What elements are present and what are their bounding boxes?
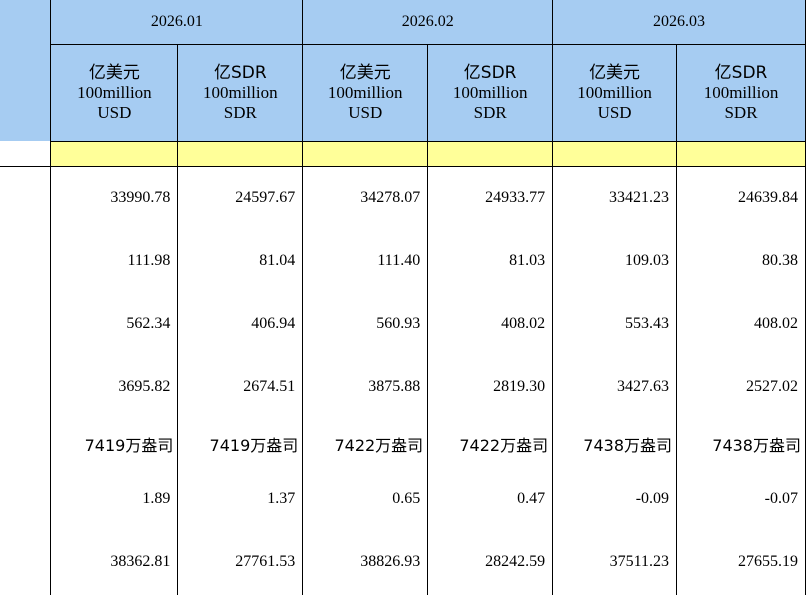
reserves-table-view: 2026.01 2026.02 2026.03 亿美元 100million USD… [0,0,806,605]
row-label-cell [0,355,52,418]
data-cell: 3427.63 [552,355,678,418]
unit-header-usd: 亿美元 100million USD [50,44,179,141]
unit-header-sdr: 亿SDR 100million SDR [177,44,304,141]
data-cell: 562.34 [50,292,179,355]
data-cell: 24597.67 [177,166,304,229]
data-cell: 408.02 [676,292,806,355]
data-cell: 406.94 [177,292,304,355]
data-cell: 560.93 [302,292,429,355]
unit-header-sdr: 亿SDR 100million SDR [427,44,554,141]
data-cell: 24933.77 [427,166,554,229]
reserves-table: 2026.01 2026.02 2026.03 亿美元 100million USD… [0,0,806,595]
table-row: 111.98 81.04 111.40 81.03 109.03 80.38 [0,229,806,292]
data-cell: -0.09 [552,470,678,528]
highlight-band-row [0,140,806,167]
data-cell: 2819.30 [427,355,554,418]
band-cell [427,140,554,167]
data-cell: 111.98 [50,229,179,292]
unit-header-sdr: 亿SDR 100million SDR [676,44,806,141]
period-header-2026-03: 2026.03 [552,0,806,45]
unit-header-row: 亿美元 100million USD 亿SDR 100million SDR 亿美元 10… [0,44,806,141]
row-label-cell [0,166,52,229]
table-row: 7419万盎司 7419万盎司 7422万盎司 7422万盎司 7438万盎司 … [0,418,806,470]
data-cell: -0.07 [676,470,806,528]
data-cell: 1.37 [177,470,304,528]
band-cell [676,140,806,167]
unit-header-usd: 亿美元 100million USD [552,44,678,141]
data-cell: 38826.93 [302,528,429,595]
data-cell: 7438万盎司 [676,418,806,470]
data-cell: 33990.78 [50,166,179,229]
data-cell: 3695.82 [50,355,179,418]
data-cell: 7422万盎司 [427,418,554,470]
unit-header-usd: 亿美元 100million USD [302,44,429,141]
band-cell [552,140,678,167]
period-header-2026-02: 2026.02 [302,0,554,45]
table-row: 33990.78 24597.67 34278.07 24933.77 3342… [0,166,806,229]
data-cell: 28242.59 [427,528,554,595]
period-header-2026-01: 2026.01 [50,0,304,45]
band-cell [50,140,179,167]
row-label-cell [0,229,52,292]
data-cell: 553.43 [552,292,678,355]
data-cell: 7422万盎司 [302,418,429,470]
data-cell: 7419万盎司 [177,418,304,470]
period-header-row: 2026.01 2026.02 2026.03 [0,0,806,141]
data-cell: 7419万盎司 [50,418,179,470]
data-cell: 0.47 [427,470,554,528]
data-cell: 34278.07 [302,166,429,229]
data-cell: 408.02 [427,292,554,355]
row-label-cell [0,470,52,528]
data-cell: 81.04 [177,229,304,292]
data-cell: 24639.84 [676,166,806,229]
band-cell [302,140,429,167]
table-row: 38362.81 27761.53 38826.93 28242.59 3751… [0,528,806,595]
row-label-header [0,0,52,141]
band-cell [177,140,304,167]
table-row: 1.89 1.37 0.65 0.47 -0.09 -0.07 [0,470,806,528]
data-cell: 2674.51 [177,355,304,418]
data-cell: 0.65 [302,470,429,528]
row-label-cell [0,418,52,470]
data-cell: 80.38 [676,229,806,292]
row-label-cell [0,292,52,355]
data-cell: 7438万盎司 [552,418,678,470]
data-cell: 3875.88 [302,355,429,418]
band-label-cell [0,141,52,167]
table-row: 562.34 406.94 560.93 408.02 553.43 408.0… [0,292,806,355]
data-cell: 111.40 [302,229,429,292]
row-label-cell [0,528,52,595]
data-cell: 1.89 [50,470,179,528]
data-cell: 27761.53 [177,528,304,595]
data-cell: 38362.81 [50,528,179,595]
data-cell: 2527.02 [676,355,806,418]
data-cell: 27655.19 [676,528,806,595]
data-cell: 109.03 [552,229,678,292]
data-cell: 37511.23 [552,528,678,595]
table-row: 3695.82 2674.51 3875.88 2819.30 3427.63 … [0,355,806,418]
data-cell: 33421.23 [552,166,678,229]
data-cell: 81.03 [427,229,554,292]
